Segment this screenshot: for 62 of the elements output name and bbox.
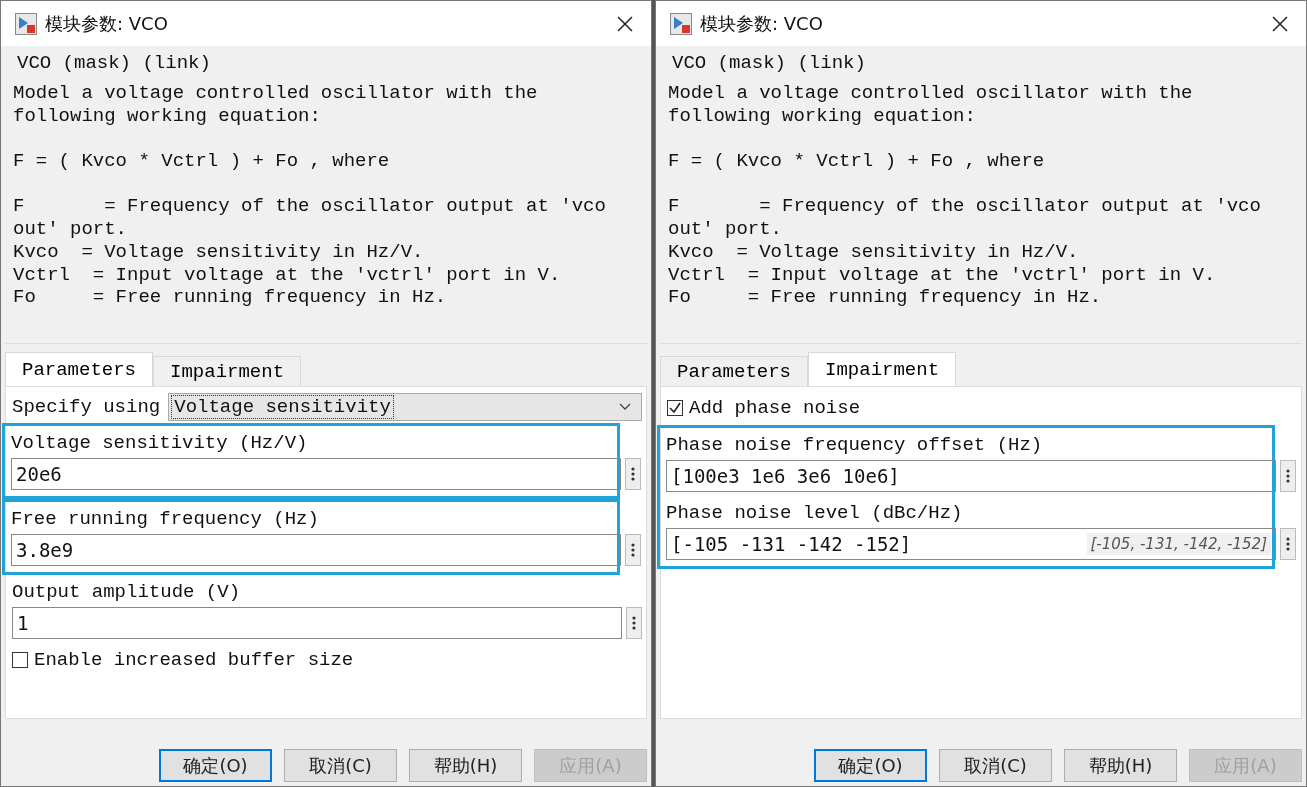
dialog-button[interactable]: 确定(O) <box>814 749 927 782</box>
description-line: out' port. <box>13 218 129 241</box>
description-line: following working equation: <box>668 104 977 128</box>
more-options-button[interactable] <box>626 607 642 639</box>
field-label: Free running frequency (Hz) <box>11 507 320 532</box>
more-icon <box>631 466 635 482</box>
description-line: Vctrl = Input voltage at the 'vctrl' port in V. <box>13 263 562 287</box>
field-label: Voltage sensitivity (Hz/V) <box>11 431 309 456</box>
dialog-button[interactable]: 取消(C) <box>939 749 1052 782</box>
description-line: Model a voltage controlled oscillator with the <box>668 82 1194 105</box>
input-field[interactable]: 1 <box>12 607 622 639</box>
description-line: F = Frequency of the oscillator output at 'vco <box>668 195 1262 219</box>
field-label: Phase noise level (dBc/Hz) <box>666 501 964 526</box>
field-label: Output amplitude (V) <box>12 580 242 605</box>
description-line: Kvco = Voltage sensitivity in Hz/V. <box>668 240 1080 264</box>
description-line: following working equation: <box>13 104 322 128</box>
dialog-button[interactable]: 帮助(H) <box>1064 749 1177 782</box>
description-line: F = Frequency of the oscillator output at 'vco <box>13 195 607 219</box>
checkbox-label: Enable increased buffer size <box>34 649 354 671</box>
input-field[interactable]: 3.8e9 <box>11 534 621 566</box>
more-options-button[interactable] <box>625 458 641 490</box>
description-line: out' port. <box>668 218 784 241</box>
more-options-button[interactable] <box>625 534 641 566</box>
description-line: F = ( Kvco * Vctrl ) + Fo , where <box>668 150 1046 173</box>
evaluated-value-hint: [-105, -131, -142, -152] <box>1086 533 1271 555</box>
more-icon <box>631 542 635 558</box>
description-line: Fo = Free running frequency in Hz. <box>13 286 448 309</box>
more-icon <box>1286 536 1290 552</box>
description-line: Kvco = Voltage sensitivity in Hz/V. <box>13 240 425 264</box>
checkbox[interactable] <box>12 652 28 668</box>
description-line: Vctrl = Input voltage at the 'vctrl' port in V. <box>668 263 1217 287</box>
close-icon[interactable] <box>617 15 633 32</box>
tab[interactable]: Parameters <box>5 352 154 386</box>
field-label: Phase noise frequency offset (Hz) <box>666 433 1044 458</box>
dialog-button[interactable]: 取消(C) <box>284 749 397 782</box>
tab[interactable]: Parameters <box>660 356 809 386</box>
more-options-button[interactable] <box>1280 528 1296 560</box>
chevron-down-icon <box>619 403 631 411</box>
checkbox[interactable] <box>667 400 683 416</box>
close-icon[interactable] <box>1272 15 1288 32</box>
description-line: Model a voltage controlled oscillator with the <box>13 82 539 105</box>
input-field[interactable]: 20e6 <box>11 458 621 490</box>
window-title: 模块参数: VCO <box>700 11 824 36</box>
dropdown[interactable]: Voltage sensitivity <box>168 393 642 421</box>
more-icon <box>1286 468 1290 484</box>
app-icon <box>15 12 37 35</box>
input-field[interactable]: [-105 -131 -142 -152] [-105, -131, -142, -152] <box>666 528 1276 560</box>
window-title: 模块参数: VCO <box>45 11 169 36</box>
more-icon <box>632 615 636 631</box>
dialog-button[interactable]: 帮助(H) <box>409 749 522 782</box>
more-options-button[interactable] <box>1280 460 1296 492</box>
input-field[interactable]: [100e3 1e6 3e6 10e6] <box>666 460 1276 492</box>
description-line: Fo = Free running frequency in Hz. <box>668 286 1103 309</box>
group-title: VCO (mask) (link) <box>671 51 867 76</box>
group-title: VCO (mask) (link) <box>16 51 212 76</box>
tab[interactable]: Impairment <box>153 356 302 386</box>
tab[interactable]: Impairment <box>808 352 957 386</box>
checkbox-label: Add phase noise <box>689 397 861 419</box>
description-line: F = ( Kvco * Vctrl ) + Fo , where <box>13 150 391 173</box>
app-icon <box>670 12 692 35</box>
dialog-button[interactable]: 确定(O) <box>159 749 272 782</box>
dropdown-label: Specify using <box>12 396 161 418</box>
